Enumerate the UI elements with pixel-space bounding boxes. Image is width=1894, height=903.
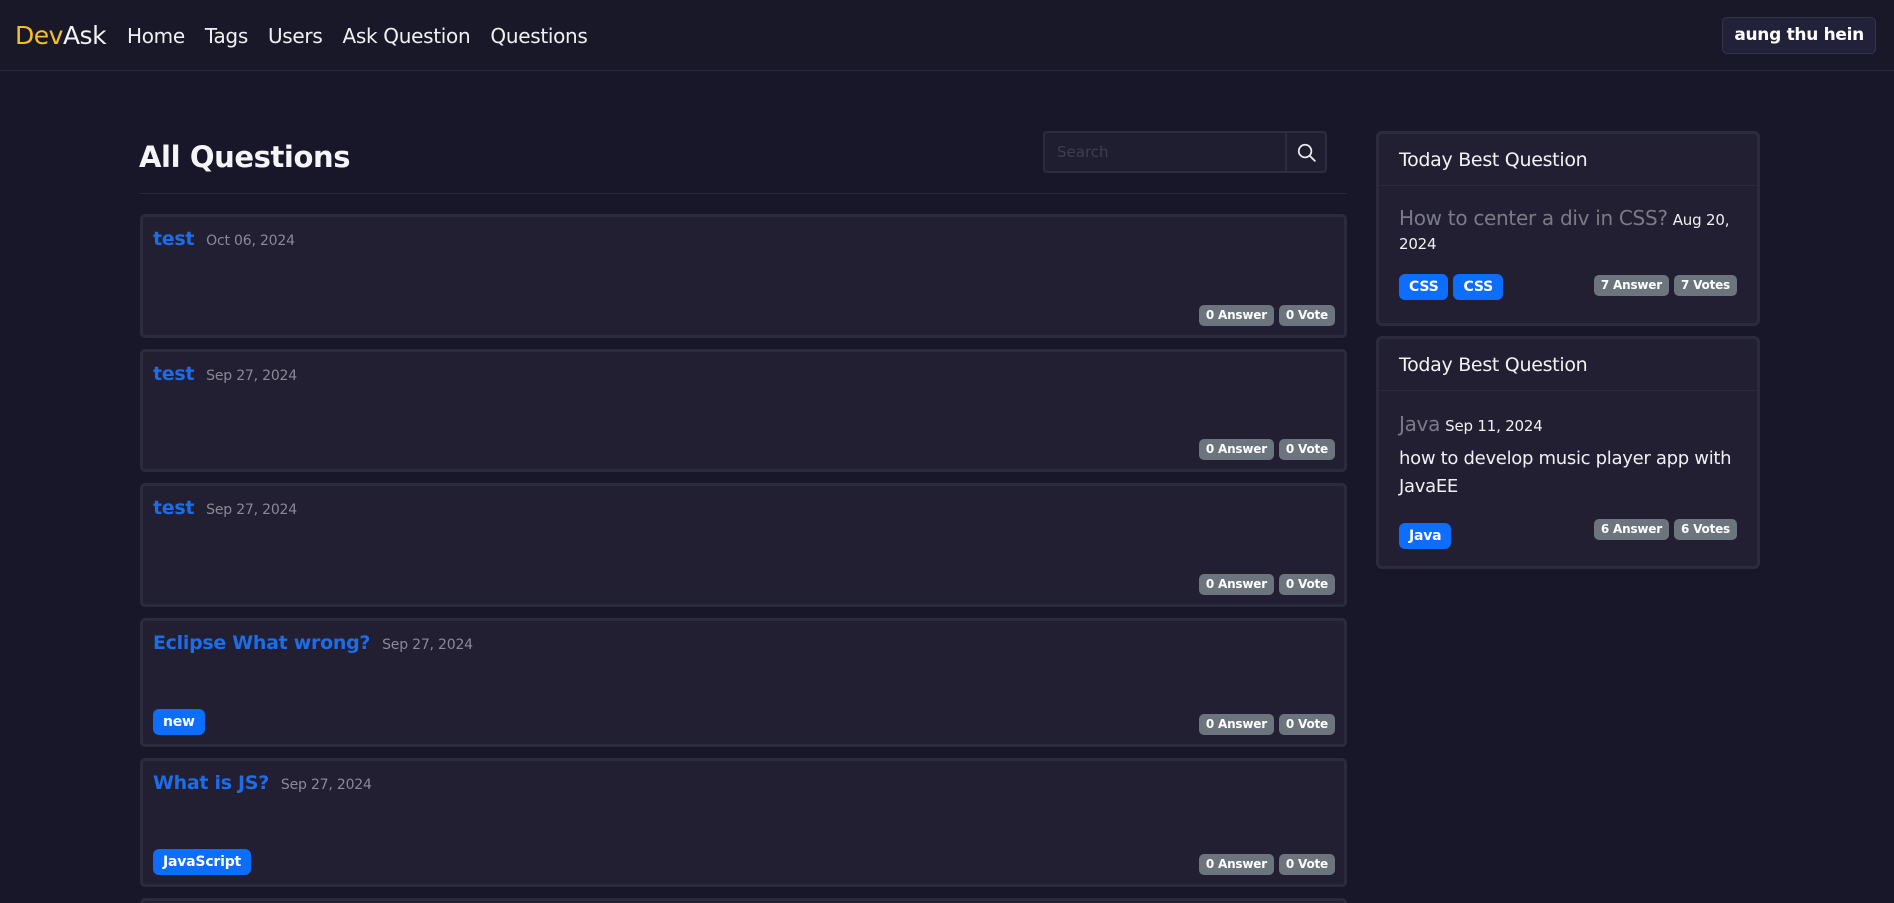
navbar: DevAsk Home Tags Users Ask Question Ques… [0,0,1894,71]
best-question-card: Today Best Question How to center a div … [1376,131,1760,326]
question-date: Sep 27, 2024 [382,637,473,653]
question-stats: 0 Answer 0 Vote [1198,714,1335,735]
best-question-stats: 6 Answer 6 Votes [1593,519,1737,540]
question-card: What is JS? Sep 27, 2024 JavaScript 0 Ans… [140,758,1347,887]
question-card: test Oct 06, 2024 0 Answer 0 Vote [140,214,1347,338]
best-question-stats: 7 Answer 7 Votes [1593,275,1737,296]
answer-count-badge: 0 Answer [1198,574,1274,595]
tag-badge[interactable]: CSS [1399,274,1449,300]
answer-count-badge: 0 Answer [1198,714,1274,735]
best-question-text: how to develop music player app with Jav… [1399,448,1732,497]
best-question-header: Today Best Question [1379,339,1757,391]
title-divider [139,193,1347,194]
question-tag[interactable]: new [153,709,205,735]
question-card: test Sep 27, 2024 0 Answer 0 Vote [140,483,1347,607]
question-card: Eclipse What wrong? Sep 27, 2024 new 0 An… [140,618,1347,747]
question-title: test [153,497,195,519]
vote-count-badge: 7 Votes [1673,275,1737,296]
vote-count-badge: 6 Votes [1673,519,1737,540]
answer-count-badge: 0 Answer [1198,854,1274,875]
question-date: Sep 27, 2024 [206,502,297,518]
question-title-link[interactable]: test Sep 27, 2024 [153,363,297,385]
brand-dev: Dev [15,21,63,50]
best-question-body: How to center a div in CSS? Aug 20, 2024… [1379,186,1757,320]
question-card-partial [140,898,1347,903]
page-title: All Questions [139,140,351,174]
search-input[interactable] [1043,131,1285,173]
vote-count-badge: 0 Vote [1278,714,1335,735]
search-button[interactable] [1285,131,1327,173]
best-question-date: Sep 11, 2024 [1445,417,1543,435]
answer-count-badge: 0 Answer [1198,439,1274,460]
search-form [1043,131,1327,173]
nav-users-link[interactable]: Users [268,22,323,50]
question-title-link[interactable]: test Sep 27, 2024 [153,497,297,519]
question-card: test Sep 27, 2024 0 Answer 0 Vote [140,349,1347,472]
vote-count-badge: 0 Vote [1278,854,1335,875]
question-title-link[interactable]: What is JS? Sep 27, 2024 [153,772,372,794]
answer-count-badge: 0 Answer [1198,305,1274,326]
best-question-title[interactable]: Java [1399,412,1440,436]
question-title: test [153,363,195,385]
answer-count-badge: 6 Answer [1593,519,1669,540]
nav-ask-question-link[interactable]: Ask Question [342,22,470,50]
best-question-body: Java Sep 11, 2024 how to develop music p… [1379,391,1757,569]
best-question-title[interactable]: How to center a div in CSS? [1399,206,1668,230]
vote-count-badge: 0 Vote [1278,305,1335,326]
brand-ask: Ask [62,21,107,50]
question-date: Sep 27, 2024 [206,368,297,384]
question-stats: 0 Answer 0 Vote [1198,305,1335,326]
question-title-link[interactable]: test Oct 06, 2024 [153,228,295,250]
question-date: Sep 27, 2024 [280,777,372,793]
question-title: Eclipse What wrong? [153,632,371,654]
vote-count-badge: 0 Vote [1278,574,1335,595]
question-title: What is JS? [153,772,269,794]
question-stats: 0 Answer 0 Vote [1198,574,1335,595]
nav-links: Home Tags Users Ask Question Questions [127,22,588,50]
tag-badge[interactable]: Java [1399,523,1452,549]
user-menu-button[interactable]: aung thu hein [1722,17,1876,54]
nav-home-link[interactable]: Home [127,22,185,50]
question-stats: 0 Answer 0 Vote [1198,439,1335,460]
question-stats: 0 Answer 0 Vote [1198,854,1335,875]
brand-logo[interactable]: DevAsk [15,20,107,52]
question-tag[interactable]: JavaScript [153,849,252,875]
tag-badge[interactable]: CSS [1453,274,1503,300]
answer-count-badge: 7 Answer [1593,275,1669,296]
nav-tags-link[interactable]: Tags [205,22,248,50]
question-date: Oct 06, 2024 [206,233,295,249]
best-question-card: Today Best Question Java Sep 11, 2024 ho… [1376,336,1760,569]
question-title-link[interactable]: Eclipse What wrong? Sep 27, 2024 [153,632,473,654]
nav-questions-link[interactable]: Questions [490,22,587,50]
question-title: test [153,228,195,250]
best-question-header: Today Best Question [1379,134,1757,186]
search-icon [1297,143,1316,162]
vote-count-badge: 0 Vote [1278,439,1335,460]
